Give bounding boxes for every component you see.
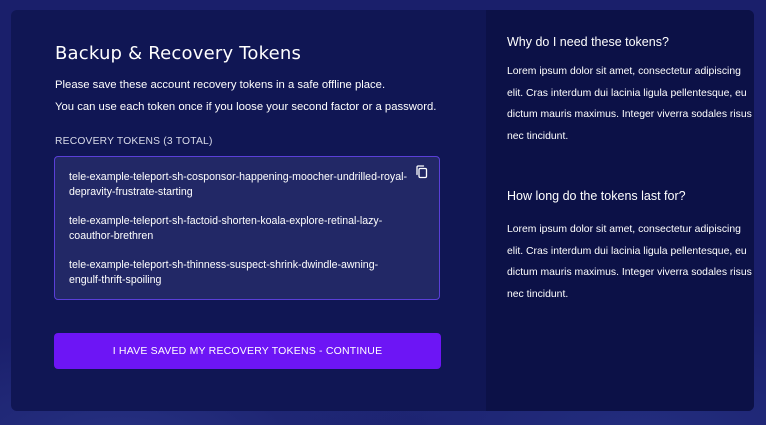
- continue-button[interactable]: I HAVE SAVED MY RECOVERY TOKENS - CONTIN…: [54, 333, 441, 369]
- copy-icon: [416, 165, 428, 179]
- tokens-label: RECOVERY TOKENS (3 TOTAL): [55, 136, 213, 147]
- recovery-token[interactable]: tele-example-teleport-sh-factoid-shorten…: [69, 214, 409, 244]
- description-line-1: Please save these account recovery token…: [55, 79, 386, 91]
- faq-panel: Why do I need these tokens? Lorem ipsum …: [486, 10, 754, 411]
- tokens-panel: Backup & Recovery Tokens Please save the…: [11, 10, 486, 411]
- faq-answer: Lorem ipsum dolor sit amet, consectetur …: [507, 224, 752, 300]
- faq-question: Why do I need these tokens?: [507, 35, 669, 49]
- faq-question: How long do the tokens last for?: [507, 189, 686, 203]
- recovery-tokens-box: tele-example-teleport-sh-cosponsor-happe…: [54, 156, 440, 300]
- recovery-tokens-card: Backup & Recovery Tokens Please save the…: [11, 10, 754, 411]
- copy-tokens-button[interactable]: [413, 163, 431, 181]
- recovery-token[interactable]: tele-example-teleport-sh-cosponsor-happe…: [69, 170, 409, 200]
- recovery-token[interactable]: tele-example-teleport-sh-thinness-suspec…: [69, 258, 409, 288]
- faq-answer: Lorem ipsum dolor sit amet, consectetur …: [507, 66, 752, 142]
- description-line-2: You can use each token once if you loose…: [55, 101, 437, 113]
- page-title: Backup & Recovery Tokens: [55, 43, 302, 64]
